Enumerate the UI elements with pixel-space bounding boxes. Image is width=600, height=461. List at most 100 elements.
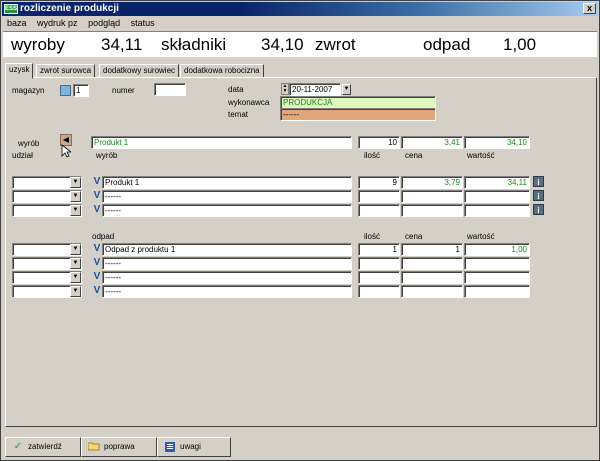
menu-status[interactable]: status [131,18,155,28]
menu-podglad[interactable]: podgląd [88,18,120,28]
udzial-label: udział [12,151,33,160]
product-row-ilosc[interactable] [358,204,400,217]
warehouse-icon[interactable] [60,85,71,96]
odpad-row-ilosc[interactable] [358,271,400,284]
data-label: data [228,85,244,94]
pointer-cursor-icon [61,144,71,158]
data-field[interactable]: 20-11-2007 [289,83,341,96]
tab-dodatkowa-robocizna[interactable]: dodatkowa robocizna [180,64,264,78]
odpad-wartosc-label: wartość [467,232,495,241]
product-ilosc-field[interactable]: 10 [358,136,400,149]
odpad-row-cena[interactable]: 1 [401,243,463,256]
dropdown-arrow-icon: ▼ [70,205,81,216]
main-window: ESS rozliczenie produkcji x baza wydruk … [0,0,600,461]
dropdown-arrow-icon: ▼ [70,244,81,255]
dropdown-arrow-icon: ▼ [70,258,81,269]
tab-dodatkowy-surowiec[interactable]: dodatkowy surowiec [99,64,180,78]
magazyn-label: magazyn [12,86,45,95]
tab-uzysk[interactable]: uzysk [5,63,34,79]
info-icon[interactable]: i [533,190,544,201]
wartosc-column-label: wartość [467,151,495,160]
temat-field[interactable]: ------ [280,108,436,121]
odpad-row-name[interactable]: ------ [102,271,352,284]
product-row-wartosc[interactable] [464,190,530,203]
odpad-value: 1,00 [503,35,537,54]
odpad-row-wartosc[interactable] [464,285,530,298]
odpad-combo[interactable]: ▼ [12,257,82,270]
title-bar: ESS rozliczenie produkcji x [2,2,598,16]
dropdown-arrow-icon: ▼ [70,272,81,283]
tab-panel: magazyn 1 numer data ▲ ▼ 20-11-2007 ▼ wyk… [5,77,597,427]
product-wartosc-field[interactable]: 34,10 [464,136,530,149]
numer-label: numer [112,86,135,95]
check-icon[interactable]: V [92,257,102,269]
calendar-spin-icon[interactable]: ▲ ▼ [281,83,289,95]
odpad-row-ilosc[interactable]: 1 [358,243,400,256]
summary-bar: wyroby 34,11 składniki 34,10 zwrot odpad… [3,31,597,57]
udzial-combo[interactable]: ▼ [12,204,82,217]
close-button[interactable]: x [583,3,596,14]
odpad-row-cena[interactable] [401,257,463,270]
odpad-combo[interactable]: ▼ [12,243,82,256]
product-row-wartosc[interactable] [464,204,530,217]
dropdown-arrow-icon: ▼ [70,286,81,297]
odpad-label: odpad [423,35,471,54]
skladniki-value: 34,10 [261,35,304,54]
product-row-name[interactable]: ------ [102,204,352,217]
udzial-combo[interactable]: ▼ [12,190,82,203]
udzial-combo[interactable]: ▼ [12,176,82,189]
odpad-row-cena[interactable] [401,285,463,298]
check-icon[interactable]: V [92,271,102,283]
odpad-cena-label: cena [405,232,423,241]
check-icon[interactable]: V [92,285,102,297]
odpad-row-ilosc[interactable] [358,257,400,270]
odpad-row-ilosc[interactable] [358,285,400,298]
menu-wydruk-pz[interactable]: wydruk pz [37,18,78,28]
product-row-cena[interactable] [401,204,463,217]
product-row-cena[interactable]: 3,79 [401,176,463,189]
product-row-ilosc[interactable] [358,190,400,203]
dropdown-arrow-icon[interactable]: ▼ [342,84,351,95]
poprawa-button[interactable]: poprawa [81,437,157,457]
numer-field[interactable] [154,83,186,96]
uwagi-button[interactable]: uwagi [157,437,231,457]
odpad-row-wartosc[interactable]: 1,00 [464,243,530,256]
menu-bar: baza wydruk pz podgląd status [3,17,159,30]
tab-zwrot-surowca[interactable]: zwrot surowca [36,64,96,78]
odpad-row-wartosc[interactable] [464,257,530,270]
wyrob-column-label: wyrób [96,151,118,160]
odpad-combo[interactable]: ▼ [12,285,82,298]
zatwierdz-label: zatwierdź [28,442,62,451]
check-icon[interactable]: V [92,190,102,202]
ilosc-column-label: ilość [364,151,381,160]
dropdown-arrow-icon: ▼ [70,191,81,202]
product-row-ilosc[interactable]: 9 [358,176,400,189]
product-row-name[interactable]: ------ [102,190,352,203]
notes-icon [164,441,176,453]
info-icon[interactable]: i [533,204,544,215]
odpad-combo[interactable]: ▼ [12,271,82,284]
zwrot-label: zwrot [315,35,356,54]
info-icon[interactable]: i [533,176,544,187]
check-icon[interactable]: V [92,204,102,216]
product-row-wartosc[interactable]: 34,11 [464,176,530,189]
product-row-cena[interactable] [401,190,463,203]
poprawa-label: poprawa [104,442,135,451]
check-icon[interactable]: V [92,176,102,188]
check-icon[interactable]: V [92,243,102,255]
odpad-row-name[interactable]: Odpad z produktu 1 [102,243,352,256]
product-row-name[interactable]: Produkt 1 [102,176,352,189]
wyroby-label: wyroby [11,35,65,54]
odpad-section-label: odpad [92,232,115,241]
odpad-row-cena[interactable] [401,271,463,284]
odpad-row-name[interactable]: ------ [102,285,352,298]
odpad-row-name[interactable]: ------ [102,257,352,270]
odpad-row-wartosc[interactable] [464,271,530,284]
app-icon: ESS [4,4,18,14]
menu-baza[interactable]: baza [7,18,27,28]
product-cena-field[interactable]: 3,41 [401,136,463,149]
zatwierdz-button[interactable]: ✓ zatwierdź [5,437,81,457]
check-icon: ✓ [13,441,23,452]
magazyn-field[interactable]: 1 [73,84,89,97]
product-name-field[interactable]: Produkt 1 [91,136,352,149]
